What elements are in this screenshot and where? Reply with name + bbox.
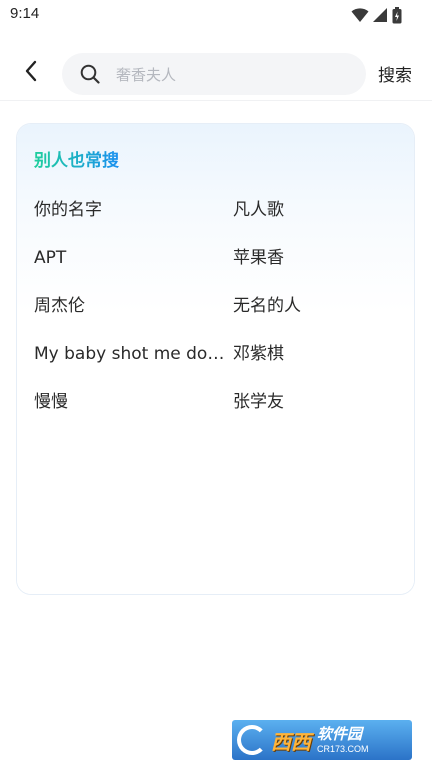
site-watermark: 西西 软件园 CR173.COM xyxy=(232,720,412,760)
popular-searches-card: 别人也常搜 你的名字 凡人歌 APT 苹果香 周杰伦 无名的人 My baby … xyxy=(17,124,414,594)
search-term-item[interactable]: 你的名字 xyxy=(34,186,233,234)
status-bar: 9:14 xyxy=(0,0,432,32)
search-term-item[interactable]: 无名的人 xyxy=(233,282,404,330)
watermark-site-block: 软件园 CR173.COM xyxy=(317,725,369,755)
search-term-item[interactable]: 凡人歌 xyxy=(233,186,404,234)
watermark-site: 软件园 xyxy=(317,725,363,743)
battery-icon xyxy=(392,6,402,24)
search-term-item[interactable]: 慢慢 xyxy=(34,378,233,426)
back-button[interactable] xyxy=(14,56,48,90)
search-header: 搜索 xyxy=(0,48,432,100)
search-term-item[interactable]: 周杰伦 xyxy=(34,282,233,330)
search-box[interactable] xyxy=(62,53,366,97)
header-divider xyxy=(0,100,432,101)
search-term-item[interactable]: 张学友 xyxy=(233,378,404,426)
search-input[interactable] xyxy=(114,53,358,97)
search-icon xyxy=(80,64,100,88)
watermark-brand: 西西 xyxy=(271,729,311,754)
search-term-item[interactable]: My baby shot me down xyxy=(34,330,233,378)
search-term-item[interactable]: APT xyxy=(34,234,233,282)
search-submit-button[interactable]: 搜索 xyxy=(378,61,412,86)
watermark-logo-icon xyxy=(237,725,267,755)
back-arrow-icon xyxy=(24,60,38,86)
search-term-item[interactable]: 邓紫棋 xyxy=(233,330,404,378)
popular-searches-title: 别人也常搜 xyxy=(34,146,119,171)
popular-searches-list: 你的名字 凡人歌 APT 苹果香 周杰伦 无名的人 My baby shot m… xyxy=(34,186,404,426)
search-term-item[interactable]: 苹果香 xyxy=(233,234,404,282)
signal-icon xyxy=(373,7,388,23)
status-time: 9:14 xyxy=(10,5,40,22)
wifi-icon xyxy=(351,7,369,23)
watermark-url: CR173.COM xyxy=(317,744,369,754)
status-icons xyxy=(351,6,402,24)
